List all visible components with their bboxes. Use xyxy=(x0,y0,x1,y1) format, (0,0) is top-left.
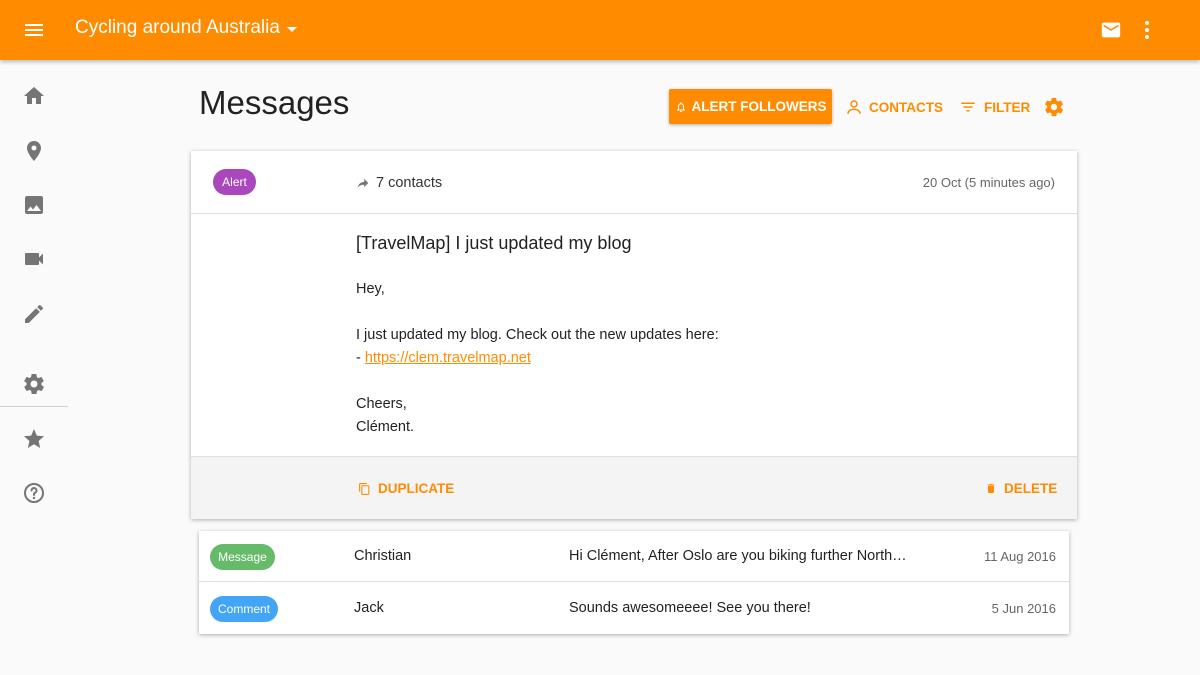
message-link-line: - https://clem.travelmap.net xyxy=(356,347,1036,370)
settings-icon[interactable] xyxy=(1043,96,1065,118)
help-icon[interactable] xyxy=(22,481,46,505)
trash-icon xyxy=(987,484,995,493)
message-subject: [TravelMap] I just updated my blog xyxy=(356,233,632,253)
home-icon[interactable] xyxy=(22,84,46,108)
type-badge-alert: Alert xyxy=(213,169,256,195)
more-vert-icon[interactable] xyxy=(1137,18,1157,42)
bell-icon xyxy=(676,101,685,112)
link-prefix: - xyxy=(356,350,365,366)
person-icon xyxy=(847,100,861,114)
message-header[interactable]: Alert 7 contacts 20 Oct (5 minutes ago) xyxy=(191,151,1077,214)
message-date: 20 Oct (5 minutes ago) xyxy=(922,175,1055,190)
duplicate-label: DUPLICATE xyxy=(378,481,455,496)
message-signature: Clément. xyxy=(356,419,415,435)
message-signoff: Cheers, xyxy=(356,396,407,412)
message-date: 11 Aug 2016 xyxy=(983,549,1056,564)
delete-button[interactable]: DELETE xyxy=(985,481,1057,496)
list-item[interactable]: Message Christian Hi Clément, After Oslo… xyxy=(199,531,1069,582)
star-icon[interactable] xyxy=(22,427,46,451)
mail-icon[interactable] xyxy=(1100,19,1122,41)
expanded-message-card: Alert 7 contacts 20 Oct (5 minutes ago) … xyxy=(191,151,1077,519)
blog-link[interactable]: https://clem.travelmap.net xyxy=(365,350,531,366)
chevron-down-icon xyxy=(286,26,297,32)
message-date: 5 Jun 2016 xyxy=(991,601,1056,616)
message-line: I just updated my blog. Check out the ne… xyxy=(356,327,719,343)
forward-icon xyxy=(357,178,369,188)
message-preview: Hi Clément, After Oslo are you biking fu… xyxy=(569,548,909,564)
filter-label: FILTER xyxy=(984,99,1031,115)
type-badge-comment: Comment xyxy=(210,596,278,622)
duplicate-button[interactable]: DUPLICATE xyxy=(358,481,454,496)
sender-name: Christian xyxy=(354,548,412,564)
alert-followers-label: ALERT FOLLOWERS xyxy=(691,99,827,114)
nav-divider xyxy=(0,406,68,407)
message-body: [TravelMap] I just updated my blog Hey, … xyxy=(356,233,1036,439)
pencil-icon[interactable] xyxy=(22,302,46,326)
copy-icon xyxy=(359,482,370,495)
app-bar: Cycling around Australia xyxy=(0,0,1200,60)
contacts-button[interactable]: CONTACTS xyxy=(845,95,943,119)
message-preview: Sounds awesomeeee! See you there! xyxy=(569,600,811,616)
filter-icon xyxy=(961,102,975,112)
delete-label: DELETE xyxy=(1004,481,1058,496)
side-nav xyxy=(0,60,68,675)
menu-icon[interactable] xyxy=(22,18,46,42)
alert-followers-button[interactable]: ALERT FOLLOWERS xyxy=(669,89,832,124)
message-greeting: Hey, xyxy=(356,281,385,297)
message-list: Message Christian Hi Clément, After Oslo… xyxy=(199,531,1069,634)
page-title: Messages xyxy=(199,84,350,121)
list-item[interactable]: Comment Jack Sounds awesomeeee! See you … xyxy=(199,583,1069,634)
image-icon[interactable] xyxy=(22,193,46,217)
map-pin-icon[interactable] xyxy=(22,139,46,163)
settings-icon[interactable] xyxy=(22,372,46,396)
contacts-label: CONTACTS xyxy=(869,99,943,115)
type-badge-message: Message xyxy=(210,544,275,570)
video-icon[interactable] xyxy=(22,247,46,271)
filter-button[interactable]: FILTER xyxy=(958,95,1030,119)
recipients: 7 contacts xyxy=(356,175,442,191)
sender-name: Jack xyxy=(354,600,384,616)
recipients-count: 7 contacts xyxy=(376,175,443,191)
trip-selector[interactable]: Cycling around Australia xyxy=(75,17,297,39)
card-actions: DUPLICATE DELETE xyxy=(191,456,1077,519)
app-title: Cycling around Australia xyxy=(75,17,280,38)
